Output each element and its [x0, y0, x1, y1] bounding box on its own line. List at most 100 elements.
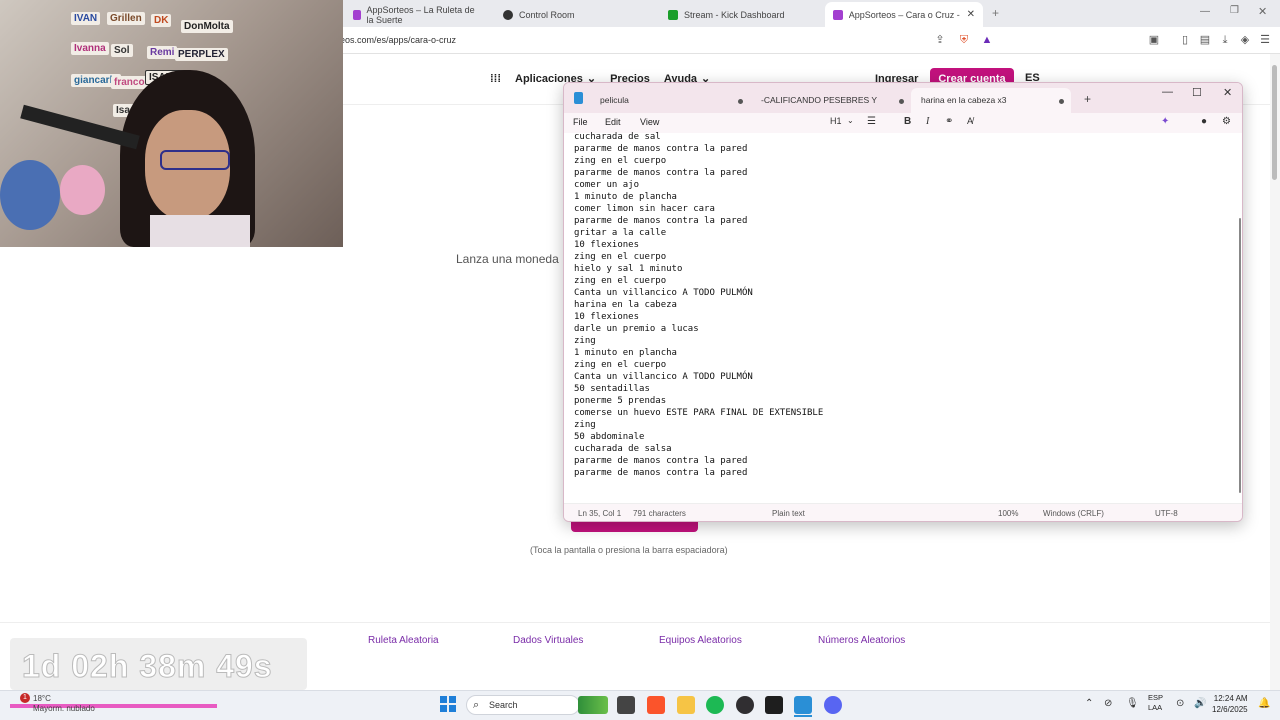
page-scrollbar-thumb[interactable] — [1272, 65, 1277, 180]
notepad-line[interactable]: zing en el cuerpo — [574, 275, 823, 287]
notepad-line[interactable]: zing en el cuerpo — [574, 155, 823, 167]
terminal-icon[interactable] — [765, 696, 783, 714]
browser-tab-title: Stream - Kick Dashboard — [684, 9, 785, 20]
url-field[interactable]: eos.com/es/apps/cara-o-cruz — [340, 35, 456, 45]
close-icon[interactable]: ✕ — [1223, 86, 1232, 99]
brave-rewards-icon[interactable]: ▲ — [980, 33, 994, 47]
notepad-line[interactable]: zing — [574, 335, 823, 347]
notepad-line[interactable]: pararme de manos contra la pared — [574, 455, 823, 467]
notepad-line[interactable]: 1 minuto en plancha — [574, 347, 823, 359]
notepad-line[interactable]: ponerme 5 prendas — [574, 395, 823, 407]
language-indicator[interactable]: ESP LAA — [1148, 693, 1163, 713]
restore-icon[interactable]: ❐ — [1230, 5, 1239, 16]
settings-gear-icon[interactable]: ⚙ — [1222, 116, 1231, 127]
new-tab-button[interactable]: + — [992, 6, 999, 20]
wifi-icon[interactable]: ⊙ — [1176, 698, 1184, 709]
notepad-menu-bar: File Edit View H1 ⌄ ☰ B I ⚭ A̸ ✦ ● ⚙ — [564, 113, 1242, 133]
menu-view[interactable]: View — [640, 117, 659, 127]
notepad-tab-calificando[interactable]: -CALIFICANDO PESEBRES Y ARBOLE — [751, 88, 911, 130]
notepad-line[interactable]: darle un premio a lucas — [574, 323, 823, 335]
notepad-text[interactable]: cucharada de sal pararme de manos contra … — [574, 131, 823, 479]
taskbar-search[interactable]: ⌕ Search — [466, 695, 580, 715]
notepad-line[interactable]: comerse un huevo ESTE PARA FINAL DE EXTE… — [574, 407, 823, 419]
footer-link-ruleta[interactable]: Ruleta Aleatoria — [368, 635, 439, 646]
notifications-icon[interactable]: 🔔 — [1258, 698, 1270, 709]
minimize-icon[interactable]: — — [1200, 6, 1210, 17]
notepad-line[interactable]: pararme de manos contra la pared — [574, 143, 823, 155]
notepad-line[interactable]: zing en el cuerpo — [574, 251, 823, 263]
spotify-icon[interactable] — [706, 696, 724, 714]
brave-shield-icon[interactable]: ⛨ — [957, 33, 971, 47]
notepad-line[interactable]: 10 flexiones — [574, 239, 823, 251]
browser-tab-control-room[interactable]: Control Room — [495, 2, 645, 27]
menu-file[interactable]: File — [573, 117, 588, 127]
download-icon[interactable]: ⤓ — [1218, 33, 1232, 47]
bold-icon[interactable]: B — [904, 116, 911, 127]
close-tab-icon[interactable]: ✕ — [967, 9, 975, 20]
wall-note: Grillen — [107, 12, 145, 25]
minimize-icon[interactable]: — — [1162, 86, 1173, 98]
footer-link-dados[interactable]: Dados Virtuales — [513, 635, 583, 646]
chevron-up-icon[interactable]: ⌃ — [1085, 698, 1093, 709]
menu-icon[interactable]: ☰ — [1258, 33, 1272, 47]
notepad-line[interactable]: hielo y sal 1 minuto — [574, 263, 823, 275]
notepad-line[interactable]: 1 minuto de plancha — [574, 191, 823, 203]
wall-note: Remi — [147, 46, 178, 59]
notepad-line[interactable]: cucharada de sal — [574, 131, 823, 143]
notepad-line[interactable]: Canta un villancico A TODO PULMÓN — [574, 371, 823, 383]
browser-tab-kick[interactable]: Stream - Kick Dashboard — [660, 2, 820, 27]
volume-icon[interactable]: 🔊 — [1194, 698, 1206, 709]
folder-icon[interactable] — [677, 696, 695, 714]
notepad-line[interactable]: zing en el cuerpo — [574, 359, 823, 371]
windows-start-icon[interactable] — [440, 696, 456, 712]
notepad-line[interactable]: 50 sentadillas — [574, 383, 823, 395]
footer-link-equipos[interactable]: Equipos Aleatorios — [659, 635, 742, 646]
cursor-position: Ln 35, Col 1 — [578, 509, 622, 518]
notepad-line[interactable]: zing — [574, 419, 823, 431]
discord-icon[interactable] — [824, 696, 842, 714]
system-clock[interactable]: 12:24 AM 12/6/2025 — [1212, 693, 1248, 715]
close-icon[interactable]: ✕ — [1258, 5, 1267, 18]
notepad-line[interactable]: pararme de manos contra la pared — [574, 215, 823, 227]
network-off-icon[interactable]: ⊘ — [1104, 698, 1112, 709]
notepad-line[interactable]: cucharada de salsa — [574, 443, 823, 455]
search-highlight-icon[interactable] — [578, 696, 608, 714]
maximize-icon[interactable]: ☐ — [1192, 86, 1202, 99]
vpn-icon[interactable]: ◈ — [1238, 33, 1252, 47]
sidebar-icon[interactable]: ▯ — [1178, 33, 1192, 47]
share-icon[interactable]: ⇪ — [933, 33, 947, 47]
notepad-line[interactable]: 50 abdominale — [574, 431, 823, 443]
reader-icon[interactable]: ▣ — [1147, 33, 1161, 47]
italic-icon[interactable]: I — [926, 116, 929, 127]
divider — [0, 622, 1270, 623]
notepad-tab-pelicula[interactable]: pelicula — [590, 88, 750, 113]
heading-dropdown[interactable]: H1 — [830, 116, 842, 126]
notepad-scrollbar[interactable] — [1239, 218, 1241, 493]
add-tab-icon[interactable]: + — [1084, 92, 1091, 106]
weather-widget[interactable]: 18°C Mayorm. nublado — [33, 694, 95, 714]
notepad-line[interactable]: Canta un villancico A TODO PULMÓN — [574, 287, 823, 299]
notepad-line[interactable]: 10 flexiones — [574, 311, 823, 323]
obs-icon[interactable] — [736, 696, 754, 714]
link-icon[interactable]: ⚭ — [945, 116, 953, 127]
notepad-line[interactable]: comer un ajo — [574, 179, 823, 191]
notepad-line[interactable]: harina en la cabeza — [574, 299, 823, 311]
notepad-line[interactable]: pararme de manos contra la pared — [574, 167, 823, 179]
browser-tab-ruleta[interactable]: AppSorteos – La Ruleta de la Suerte — [345, 2, 485, 27]
file-explorer-terminal-icon[interactable] — [617, 696, 635, 714]
microphone-icon[interactable]: 🎙 — [1126, 698, 1139, 709]
account-icon[interactable]: ● — [1201, 116, 1207, 127]
notepad-line[interactable]: gritar a la calle — [574, 227, 823, 239]
notepad-tab-harina[interactable]: harina en la cabeza x3 — [911, 88, 1071, 113]
brave-browser-icon[interactable] — [647, 696, 665, 714]
browser-tab-cara-o-cruz[interactable]: AppSorteos – Cara o Cruz - Tira: ✕ — [825, 2, 983, 27]
notepad-line[interactable]: pararme de manos contra la pared — [574, 467, 823, 479]
footer-link-numeros[interactable]: Números Aleatorios — [818, 635, 905, 646]
clear-format-icon[interactable]: A̸ — [967, 116, 973, 126]
wallet-icon[interactable]: ▤ — [1198, 33, 1212, 47]
copilot-icon[interactable]: ✦ — [1161, 116, 1169, 127]
menu-edit[interactable]: Edit — [605, 117, 621, 127]
notepad-taskbar-icon[interactable] — [794, 696, 812, 714]
notepad-line[interactable]: comer limon sin hacer cara — [574, 203, 823, 215]
list-icon[interactable]: ☰ — [867, 116, 876, 127]
